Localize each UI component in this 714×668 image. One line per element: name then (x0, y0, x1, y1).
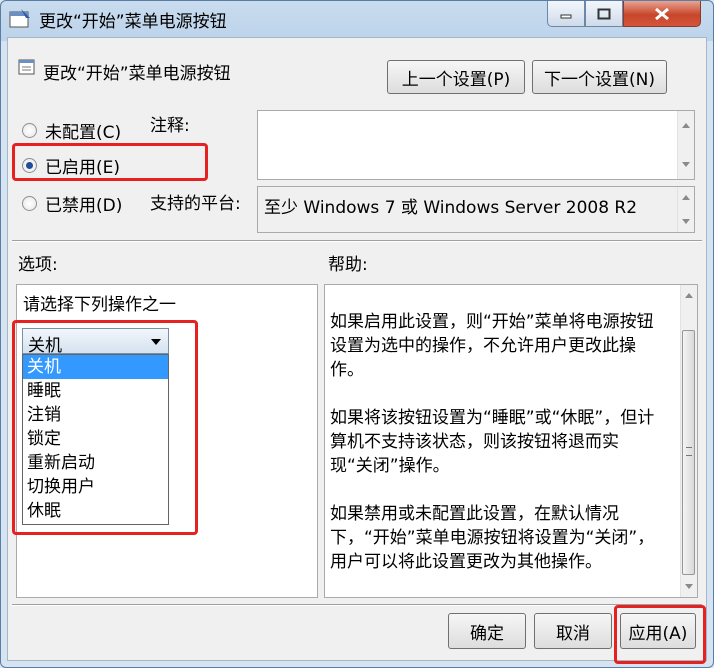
radio-circle[interactable] (22, 123, 37, 138)
radio-label: 已启用(E) (45, 158, 121, 178)
divider (12, 604, 702, 606)
radio-enabled[interactable]: 已启用(E) (22, 153, 120, 178)
next-setting-button[interactable]: 下一个设置(N) (532, 60, 667, 94)
apply-button[interactable]: 应用(A) (620, 613, 696, 649)
options-label: 选项: (18, 255, 58, 275)
option-item[interactable]: 注销 (23, 403, 168, 427)
minimize-icon (560, 14, 572, 18)
platform-box: 至少 Windows 7 或 Windows Server 2008 R2 (257, 186, 695, 233)
scroll-up-icon[interactable] (682, 195, 690, 200)
help-paragraph: 如果将该按钮设置为“睡眠”或“休眠”，但计算机不支持该状态，则该按钮将退而实现“… (330, 408, 655, 476)
close-icon (655, 7, 669, 20)
dialog-body: 更改“开始”菜单电源按钮 上一个设置(P) 下一个设置(N) 未配置(C) 已启… (7, 37, 707, 664)
power-action-list: 关机 睡眠 注销 锁定 重新启动 切换用户 休眠 (22, 354, 169, 525)
scroll-thumb[interactable] (682, 330, 695, 575)
power-action-select[interactable]: 关机 (22, 328, 169, 356)
dialog-window: 更改“开始”菜单电源按钮 更改“开始”菜单电源按钮 上一个设置(P) 下一个设置… (0, 0, 714, 668)
radio-disabled[interactable]: 已禁用(D) (22, 191, 122, 216)
close-button[interactable] (623, 1, 701, 27)
option-item[interactable]: 锁定 (23, 427, 168, 451)
ok-button[interactable]: 确定 (448, 613, 526, 649)
option-item[interactable]: 重新启动 (23, 451, 168, 475)
scroll-down-icon[interactable] (685, 584, 693, 589)
help-paragraph: 如果禁用或未配置此设置，在默认情况下，“开始”菜单电源按钮将设置为“关闭”，用户… (330, 504, 655, 572)
window-title: 更改“开始”菜单电源按钮 (39, 12, 227, 32)
help-text: 如果启用此设置，则“开始”菜单将电源按钮设置为选中的操作，不允许用户更改此操作。… (330, 310, 655, 598)
options-prompt: 请选择下列操作之一 (23, 295, 176, 315)
radio-not-configured[interactable]: 未配置(C) (22, 118, 121, 143)
help-paragraph: 如果启用此设置，则“开始”菜单将电源按钮设置为选中的操作，不允许用户更改此操作。 (330, 312, 654, 380)
option-item[interactable]: 休眠 (23, 499, 168, 523)
help-pane: 如果启用此设置，则“开始”菜单将电源按钮设置为选中的操作，不允许用户更改此操作。… (324, 284, 698, 598)
option-item[interactable]: 睡眠 (23, 379, 168, 403)
comment-textarea[interactable] (257, 110, 695, 180)
divider (12, 240, 702, 242)
scroll-up-icon[interactable] (682, 123, 690, 128)
setting-icon (18, 59, 35, 75)
platform-scrollbar[interactable] (677, 187, 694, 232)
prev-setting-button[interactable]: 上一个设置(P) (387, 60, 525, 94)
comment-scrollbar[interactable] (677, 111, 694, 179)
radio-label: 未配置(C) (45, 123, 122, 143)
title-bar[interactable]: 更改“开始”菜单电源按钮 (1, 1, 713, 37)
help-label: 帮助: (328, 255, 368, 275)
radio-circle-selected[interactable] (22, 158, 37, 173)
platform-value: 至少 Windows 7 或 Windows Server 2008 R2 (264, 198, 638, 218)
platform-label: 支持的平台: (150, 194, 241, 214)
policy-icon (9, 9, 30, 28)
minimize-button[interactable] (547, 1, 585, 27)
scroll-down-icon[interactable] (682, 162, 690, 167)
setting-name: 更改“开始”菜单电源按钮 (43, 64, 231, 84)
comment-value (258, 111, 694, 119)
select-value: 关机 (28, 336, 62, 356)
radio-label: 已禁用(D) (45, 196, 123, 216)
option-item[interactable]: 切换用户 (23, 475, 168, 499)
scroll-up-icon[interactable] (685, 293, 693, 298)
comment-label: 注释: (150, 116, 190, 136)
chevron-down-icon[interactable] (151, 339, 161, 345)
help-scrollbar[interactable] (680, 285, 697, 597)
scroll-down-icon[interactable] (682, 219, 690, 224)
radio-circle[interactable] (22, 196, 37, 211)
maximize-button[interactable] (585, 1, 623, 27)
maximize-icon (597, 8, 611, 19)
option-item[interactable]: 关机 (23, 355, 168, 379)
cancel-button[interactable]: 取消 (534, 613, 612, 649)
